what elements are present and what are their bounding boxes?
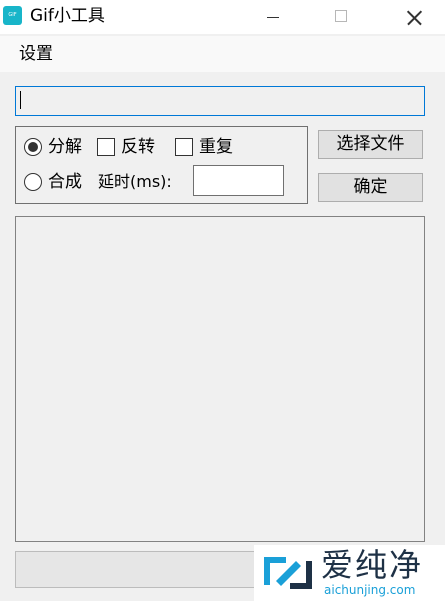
preview-area — [15, 216, 425, 542]
options-group: 分解 反转 重复 合成 延时(ms): — [15, 126, 308, 204]
watermark-url: aichunjing.com — [324, 583, 416, 597]
radio-decompose-circle[interactable] — [24, 138, 42, 156]
file-path-input[interactable] — [15, 86, 425, 116]
compose-label: 合成 — [48, 172, 82, 192]
radio-decompose[interactable]: 分解 — [24, 136, 82, 158]
reverse-label: 反转 — [121, 137, 155, 157]
checkbox-reverse[interactable]: 反转 — [97, 136, 155, 158]
watermark-brand: 爱纯净 — [321, 546, 424, 584]
decompose-label: 分解 — [48, 137, 82, 157]
maximize-icon[interactable] — [319, 0, 365, 34]
menu-item-settings[interactable]: 设置 — [19, 43, 53, 65]
checkbox-reverse-box[interactable] — [97, 138, 115, 156]
radio-compose[interactable]: 合成 — [24, 171, 82, 193]
close-icon[interactable] — [390, 0, 436, 34]
checkbox-repeat[interactable]: 重复 — [175, 136, 233, 158]
delay-label: 延时(ms): — [98, 172, 172, 191]
title-bar: GIF Gif小工具 — [0, 0, 445, 34]
minimize-icon[interactable] — [250, 0, 296, 34]
radio-compose-circle[interactable] — [24, 173, 42, 191]
text-caret — [20, 91, 21, 109]
watermark-logo-icon — [264, 557, 312, 589]
select-file-button[interactable]: 选择文件 — [318, 130, 423, 159]
checkbox-repeat-box[interactable] — [175, 138, 193, 156]
delay-input[interactable] — [193, 165, 284, 196]
window-title: Gif小工具 — [30, 6, 105, 26]
confirm-button[interactable]: 确定 — [318, 173, 423, 202]
repeat-label: 重复 — [199, 137, 233, 157]
watermark: 爱纯净 aichunjing.com — [254, 545, 445, 601]
app-gif-icon: GIF — [3, 6, 22, 25]
menu-bar: 设置 — [0, 36, 445, 72]
